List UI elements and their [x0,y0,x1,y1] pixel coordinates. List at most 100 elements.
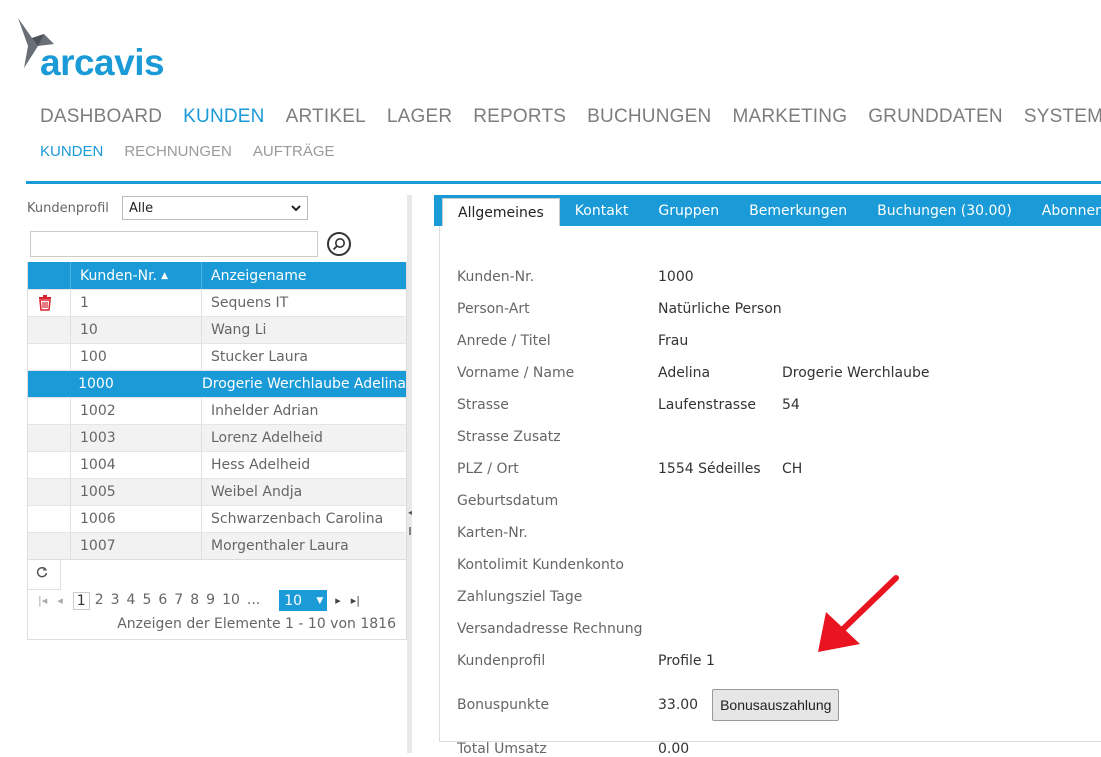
cell-kunden-nr: 1000 [69,371,193,397]
sort-asc-icon: ▲ [161,270,168,281]
subnav-auftraege[interactable]: AUFTRÄGE [253,143,335,160]
table-row[interactable]: 1004 Hess Adelheid [28,451,406,478]
pager-info: Anzeigen der Elemente 1 - 10 von 1816 [117,616,396,632]
cell-anzeigename: Morgenthaler Laura [211,538,349,554]
table-row[interactable]: 1007 Morgenthaler Laura [28,532,406,559]
nav-marketing[interactable]: MARKETING [732,106,847,128]
page-link[interactable]: 8 [190,592,199,610]
filter-label: Kundenprofil [27,200,109,216]
cell-anzeigename: Drogerie Werchlaube Adelina [201,376,406,392]
tab-allgemeines[interactable]: Allgemeines [442,198,560,226]
profile-filter-value: Alle [129,200,154,216]
table-row[interactable]: 1006 Schwarzenbach Carolina [28,505,406,532]
chevron-down-icon: ▼ [316,595,324,606]
field-karten-nr: Karten-Nr. [457,525,528,541]
page-link[interactable]: 7 [174,592,183,610]
field-versandadresse: Versandadresse Rechnung [457,621,643,637]
page-link[interactable]: 4 [127,592,136,610]
page-link[interactable]: 2 [95,592,104,610]
cell-anzeigename: Stucker Laura [211,349,308,365]
nav-dashboard[interactable]: DASHBOARD [40,106,162,128]
field-strasse-zusatz: Strasse Zusatz [457,429,561,445]
cell-anzeigename: Inhelder Adrian [211,403,319,419]
table-row[interactable]: 100 Stucker Laura [28,343,406,370]
table-row[interactable]: 1002 Inhelder Adrian [28,397,406,424]
nav-reports[interactable]: REPORTS [473,106,566,128]
field-geburtsdatum: Geburtsdatum [457,493,559,509]
cell-kunden-nr: 1002 [71,398,202,424]
search-input[interactable] [30,231,318,257]
customer-grid: Kunden-Nr. ▲ Anzeigename 1 Sequens IT 10 Wa… [27,262,407,640]
cell-anzeigename: Hess Adelheid [211,457,311,473]
bonusauszahlung-button[interactable]: Bonusauszahlung [712,689,840,721]
field-kontolimit: Kontolimit Kundenkonto [457,557,624,573]
tab-buchungen[interactable]: Buchungen (30.00) [862,195,1027,226]
next-page-icon[interactable]: ▸ [335,594,341,607]
delete-icon[interactable] [38,295,52,311]
field-name: Vorname / Name Adelina Drogerie Werchlau… [457,365,930,381]
refresh-icon[interactable] [36,566,48,582]
search-button[interactable] [327,232,351,256]
detail-tabs: Allgemeines Kontakt Gruppen Bemerkungen … [434,195,1101,226]
nav-grunddaten[interactable]: GRUNDDATEN [868,106,1003,128]
page-link[interactable]: ... [247,592,260,610]
page-link[interactable]: 6 [158,592,167,610]
cell-anzeigename: Wang Li [211,322,267,338]
first-page-icon[interactable]: |◂ [38,594,47,607]
pager: |◂ ◂ 1 2 3 4 5 6 7 8 9 10... 10 ▼ ▸ ▸| Anzeigen d… [28,559,406,639]
grid-body: 1 Sequens IT 10 Wang Li 100 Stucker Laura 1000… [28,289,406,559]
page-link[interactable]: 5 [142,592,151,610]
tab-kontakt[interactable]: Kontakt [560,195,644,226]
nav-artikel[interactable]: ARTIKEL [286,106,366,128]
cell-kunden-nr: 1005 [71,479,202,505]
cell-anzeigename: Schwarzenbach Carolina [211,511,384,527]
table-row[interactable]: 10 Wang Li [28,316,406,343]
last-page-icon[interactable]: ▸| [351,594,360,607]
grid-header: Kunden-Nr. ▲ Anzeigename [28,262,406,289]
collapse-icon[interactable]: ◂ ‖ [408,508,412,535]
table-row[interactable]: 1003 Lorenz Adelheid [28,424,406,451]
prev-page-icon[interactable]: ◂ [57,594,63,607]
chevron-down-icon [291,204,301,211]
page-link[interactable]: 1 [72,591,90,610]
cell-kunden-nr: 100 [71,344,202,370]
field-anrede: Anrede / Titel Frau [457,333,689,349]
field-kunden-nr: Kunden-Nr. 1000 [457,269,694,285]
panel-splitter[interactable] [407,195,412,753]
logo[interactable]: arcavis [16,16,186,86]
table-row[interactable]: 1000 Drogerie Werchlaube Adelina [28,370,406,397]
cell-anzeigename: Weibel Andja [211,484,303,500]
cell-kunden-nr: 10 [71,317,202,343]
cell-kunden-nr: 1007 [71,533,202,559]
logo-text: arcavis [40,42,165,83]
nav-kunden[interactable]: KUNDEN [183,106,264,128]
field-bonuspunkte: Bonuspunkte 33.00 Bonusauszahlung [457,689,840,721]
field-plz-ort: PLZ / Ort 1554 Sédeilles CH [457,461,803,477]
sub-nav: KUNDEN RECHNUNGEN AUFTRÄGE [40,143,356,160]
field-total-umsatz: Total Umsatz 0.00 [457,741,690,757]
field-strasse: Strasse Laufenstrasse 54 [457,397,800,413]
page-size-select[interactable]: 10 ▼ [279,590,328,611]
customer-list-panel: Kundenprofil Alle Kunden-Nr. ▲ Anzeigena… [27,195,407,640]
nav-divider [26,181,1101,184]
page-link[interactable]: 10 [222,592,240,610]
tab-bemerkungen[interactable]: Bemerkungen [734,195,862,226]
subnav-kunden[interactable]: KUNDEN [40,143,103,160]
column-anzeigename[interactable]: Anzeigename [202,268,307,284]
column-kunden-nr[interactable]: Kunden-Nr. ▲ [71,262,202,289]
nav-lager[interactable]: LAGER [387,106,452,128]
page-link[interactable]: 9 [206,592,215,610]
nav-system[interactable]: SYSTEM [1024,106,1101,128]
tab-gruppen[interactable]: Gruppen [643,195,734,226]
subnav-rechnungen[interactable]: RECHNUNGEN [124,143,232,160]
table-row[interactable]: 1 Sequens IT [28,289,406,316]
tab-abonnemente[interactable]: Abonnemente [1027,195,1101,226]
annotation-arrow-icon [818,575,899,652]
profile-filter-select[interactable]: Alle [122,196,308,220]
page-link[interactable]: 3 [111,592,120,610]
field-person-art: Person-Art Natürliche Person [457,301,782,317]
table-row[interactable]: 1005 Weibel Andja [28,478,406,505]
cell-anzeigename: Sequens IT [211,295,289,311]
nav-buchungen[interactable]: BUCHUNGEN [587,106,711,128]
cell-kunden-nr: 1004 [71,452,202,478]
